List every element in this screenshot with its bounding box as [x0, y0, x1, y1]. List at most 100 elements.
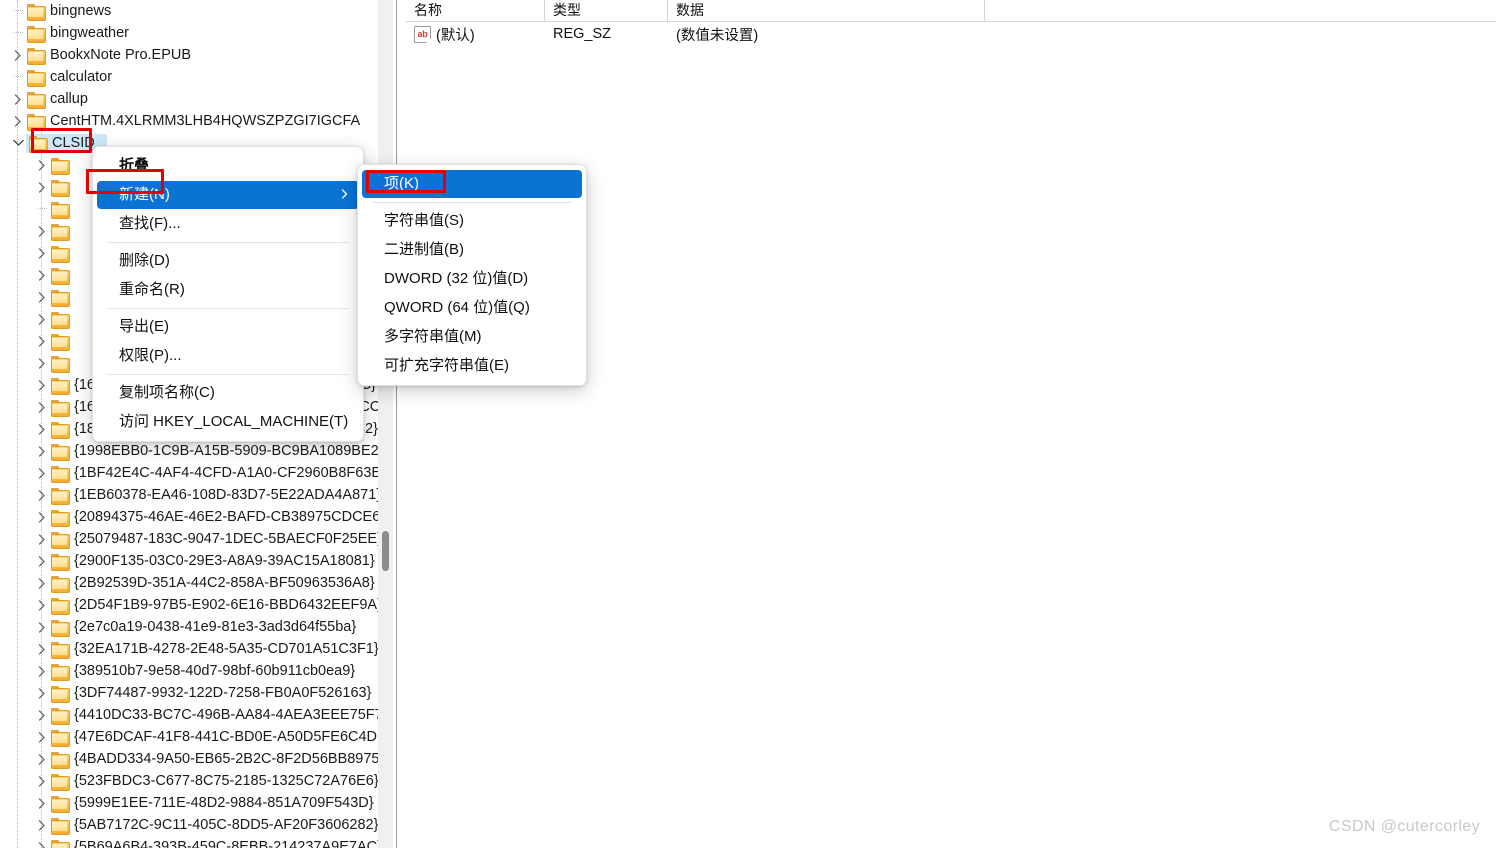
tree-item[interactable]: {1BF42E4C-4AF4-4CFD-A1A0-CF2960B8F63E}: [0, 462, 386, 484]
context-menu-item[interactable]: 查找(F)...: [97, 210, 359, 238]
chevron-right-icon[interactable]: [34, 154, 50, 176]
chevron-right-icon[interactable]: [34, 528, 50, 550]
tree-item[interactable]: CentHTM.4XLRMM3LHB4HQWSZPZGI7IGCFA: [0, 110, 386, 132]
values-column-header[interactable]: 名称 类型 数据: [406, 0, 1496, 22]
tree-item[interactable]: bingweather: [0, 22, 386, 44]
folder-icon: [51, 751, 70, 769]
value-data-cell[interactable]: (数值未设置): [668, 24, 985, 45]
tree-item[interactable]: bingnews: [0, 0, 386, 22]
chevron-right-icon[interactable]: [34, 836, 50, 848]
tree-item[interactable]: {1998EBB0-1C9B-A15B-5909-BC9BA1089BE2}: [0, 440, 386, 462]
tree-item[interactable]: {5999E1EE-711E-48D2-9884-851A709F543D}: [0, 792, 386, 814]
submenu-item[interactable]: QWORD (64 位)值(Q): [362, 294, 582, 322]
column-header-type[interactable]: 类型: [545, 0, 668, 21]
chevron-right-icon[interactable]: [34, 594, 50, 616]
tree-item[interactable]: {47E6DCAF-41F8-441C-BD0E-A50D5FE6C4D1}: [0, 726, 386, 748]
chevron-right-icon[interactable]: [34, 286, 50, 308]
tree-item[interactable]: {2D54F1B9-97B5-E902-6E16-BBD6432EEF9A}: [0, 594, 386, 616]
submenu-item[interactable]: 可扩充字符串值(E): [362, 352, 582, 380]
chevron-right-icon[interactable]: [34, 352, 50, 374]
tree-item[interactable]: {32EA171B-4278-2E48-5A35-CD701A51C3F1}: [0, 638, 386, 660]
tree-item[interactable]: {2e7c0a19-0438-41e9-81e3-3ad3d64f55ba}: [0, 616, 386, 638]
column-header-data[interactable]: 数据: [668, 0, 985, 21]
chevron-right-icon[interactable]: [34, 330, 50, 352]
tree-item[interactable]: {389510b7-9e58-40d7-98bf-60b911cb0ea9}: [0, 660, 386, 682]
chevron-right-icon[interactable]: [34, 440, 50, 462]
chevron-right-icon[interactable]: [34, 396, 50, 418]
column-header-name[interactable]: 名称: [406, 0, 545, 21]
tree-item[interactable]: {20894375-46AE-46E2-BAFD-CB38975CDCE6}: [0, 506, 386, 528]
tree-item[interactable]: BookxNote Pro.EPUB: [0, 44, 386, 66]
chevron-right-icon[interactable]: [34, 616, 50, 638]
chevron-right-icon[interactable]: [34, 506, 50, 528]
tree-item[interactable]: {3DF74487-9932-122D-7258-FB0A0F526163}: [0, 682, 386, 704]
chevron-right-icon[interactable]: [34, 176, 50, 198]
submenu-item[interactable]: DWORD (32 位)值(D): [362, 265, 582, 293]
chevron-right-icon[interactable]: [34, 220, 50, 242]
value-name-cell[interactable]: ab (默认): [406, 24, 545, 45]
context-menu-item[interactable]: 重命名(R): [97, 276, 359, 304]
chevron-right-icon[interactable]: [34, 572, 50, 594]
chevron-right-icon[interactable]: [34, 264, 50, 286]
chevron-right-icon[interactable]: [34, 682, 50, 704]
tree-item[interactable]: {5AB7172C-9C11-405C-8DD5-AF20F3606282}: [0, 814, 386, 836]
context-menu-item[interactable]: 导出(E): [97, 313, 359, 341]
chevron-right-icon[interactable]: [34, 638, 50, 660]
context-menu[interactable]: 折叠 新建(N) 查找(F)... 删除(D) 重命名(R) 导出(E) 权限(P)... 复…: [92, 146, 364, 442]
folder-icon: [27, 91, 46, 109]
tree-item[interactable]: {2B92539D-351A-44C2-858A-BF50963536A8}: [0, 572, 386, 594]
tree-item[interactable]: {5B69A6B4-393B-459C-8EBB-214237A9E7AC}: [0, 836, 386, 848]
submenu-item[interactable]: 项(K): [362, 170, 582, 198]
context-menu-item[interactable]: 复制项名称(C): [97, 379, 359, 407]
tree-item[interactable]: callup: [0, 88, 386, 110]
chevron-right-icon[interactable]: [34, 704, 50, 726]
tree-item-label: {1EB60378-EA46-108D-83D7-5E22ADA4A871}: [74, 487, 382, 503]
tree-scrollbar-thumb[interactable]: [382, 531, 389, 571]
chevron-right-icon[interactable]: [34, 726, 50, 748]
context-menu-item[interactable]: 访问 HKEY_LOCAL_MACHINE(T): [97, 408, 359, 436]
chevron-right-icon[interactable]: [34, 814, 50, 836]
folder-icon: [51, 707, 70, 725]
tree-item[interactable]: {4410DC33-BC7C-496B-AA84-4AEA3EEE75F7}: [0, 704, 386, 726]
chevron-right-icon[interactable]: [34, 792, 50, 814]
context-menu-item[interactable]: 删除(D): [97, 247, 359, 275]
chevron-right-icon[interactable]: [34, 462, 50, 484]
chevron-right-icon[interactable]: [34, 242, 50, 264]
value-row[interactable]: ab (默认) REG_SZ (数值未设置): [406, 22, 1496, 46]
chevron-right-icon: [341, 189, 348, 201]
folder-icon: [51, 553, 70, 571]
values-row-list[interactable]: ab (默认) REG_SZ (数值未设置): [406, 22, 1496, 46]
tree-item[interactable]: {523FBDC3-C677-8C75-2185-1325C72A76E6}: [0, 770, 386, 792]
registry-values-pane[interactable]: 名称 类型 数据 ab (默认) REG_SZ (数值未设置): [406, 0, 1496, 848]
context-menu-item[interactable]: 新建(N): [97, 181, 359, 209]
tree-item[interactable]: {25079487-183C-9047-1DEC-5BAECF0F25EE}: [0, 528, 386, 550]
tree-vertical-scrollbar[interactable]: [378, 0, 393, 848]
chevron-right-icon[interactable]: [34, 418, 50, 440]
chevron-right-icon[interactable]: [34, 550, 50, 572]
new-submenu[interactable]: 项(K) 字符串值(S) 二进制值(B) DWORD (32 位)值(D) QWORD …: [357, 164, 587, 386]
chevron-right-icon[interactable]: [34, 660, 50, 682]
value-type-cell[interactable]: REG_SZ: [545, 26, 668, 42]
chevron-right-icon[interactable]: [34, 308, 50, 330]
chevron-right-icon[interactable]: [10, 110, 26, 132]
submenu-item[interactable]: 二进制值(B): [362, 236, 582, 264]
chevron-right-icon[interactable]: [34, 748, 50, 770]
tree-item[interactable]: calculator: [0, 66, 386, 88]
tree-item[interactable]: {4BADD334-9A50-EB65-2B2C-8F2D56BB8975}: [0, 748, 386, 770]
chevron-right-icon[interactable]: [34, 770, 50, 792]
tree-item[interactable]: {1EB60378-EA46-108D-83D7-5E22ADA4A871}: [0, 484, 386, 506]
chevron-down-icon[interactable]: [10, 132, 26, 154]
chevron-right-icon[interactable]: [10, 88, 26, 110]
context-menu-item[interactable]: 权限(P)...: [97, 342, 359, 370]
tree-item-label: {32EA171B-4278-2E48-5A35-CD701A51C3F1}: [74, 641, 379, 657]
submenu-item-label: 字符串值(S): [384, 212, 464, 229]
context-menu-item[interactable]: 折叠: [97, 152, 359, 180]
tree-item[interactable]: {2900F135-03C0-29E3-A8A9-39AC15A18081}: [0, 550, 386, 572]
chevron-right-icon[interactable]: [10, 44, 26, 66]
folder-icon: [51, 575, 70, 593]
chevron-right-icon[interactable]: [34, 374, 50, 396]
submenu-item-label: QWORD (64 位)值(Q): [384, 299, 530, 316]
chevron-right-icon[interactable]: [34, 484, 50, 506]
submenu-item[interactable]: 字符串值(S): [362, 207, 582, 235]
submenu-item[interactable]: 多字符串值(M): [362, 323, 582, 351]
